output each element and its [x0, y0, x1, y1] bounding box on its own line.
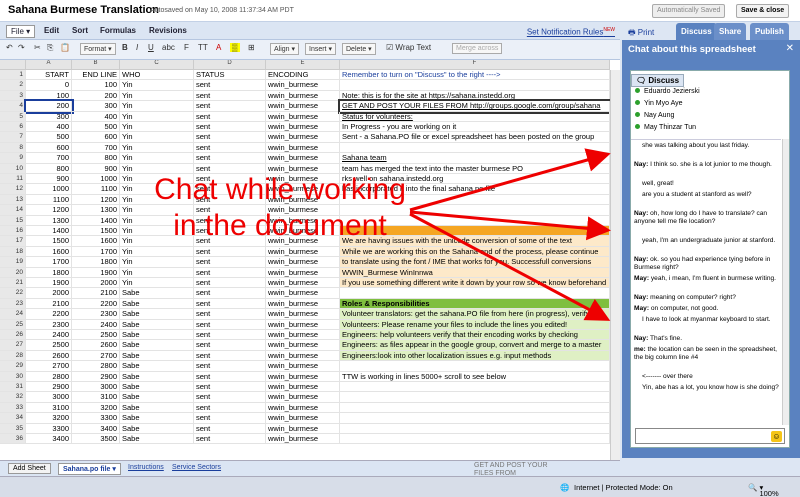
annotation-arrows: [409, 148, 611, 321]
arrow-3: [409, 212, 611, 321]
arrow-2: [409, 210, 611, 241]
arrow-1: [409, 148, 611, 212]
